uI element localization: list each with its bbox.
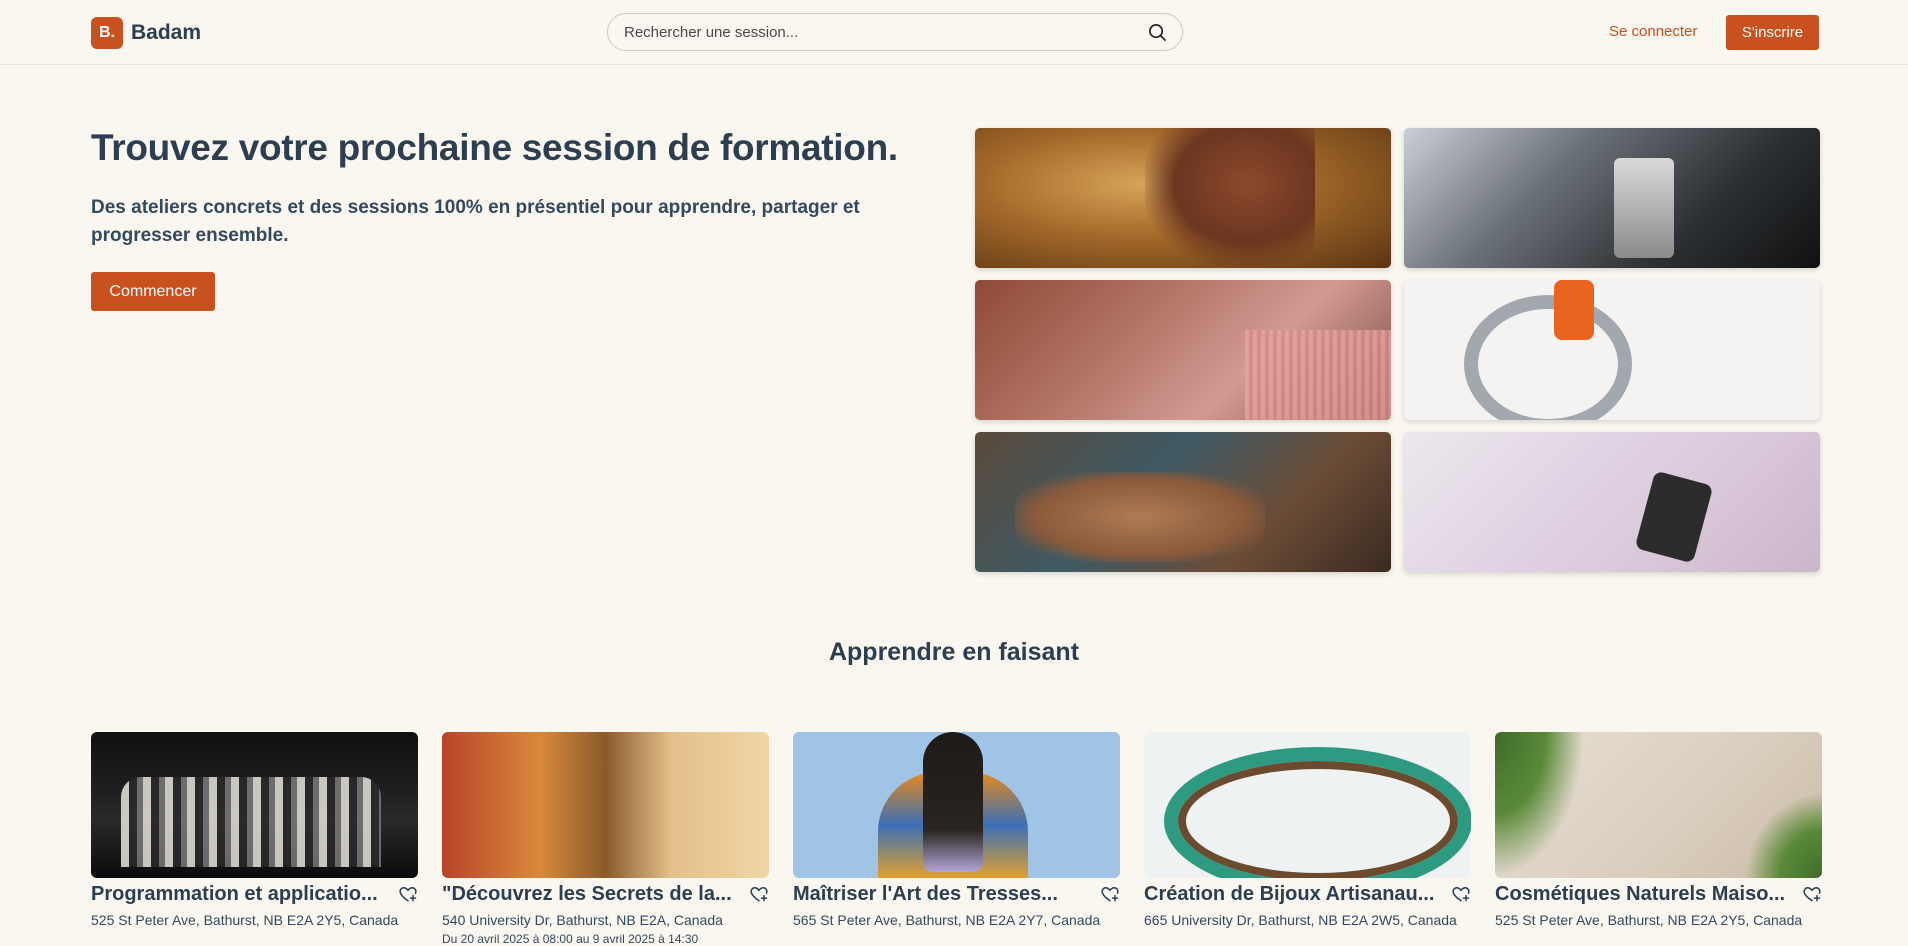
top-nav: B. Badam Se connecter S'inscrire [0,0,1908,65]
session-card[interactable]: Maîtriser l'Art des Tresses... 565 St Pe… [793,732,1120,946]
session-address: 525 St Peter Ave, Bathurst, NB E2A 2Y5, … [91,912,399,928]
session-address: 525 St Peter Ave, Bathurst, NB E2A 2Y5, … [1495,912,1803,928]
session-title[interactable]: Maîtriser l'Art des Tresses... [793,883,1094,906]
gallery-image-engine [1404,128,1820,268]
hero-subtitle: Des ateliers concrets et des sessions 10… [91,197,860,246]
session-card[interactable]: Création de Bijoux Artisanau... 665 Univ… [1144,732,1471,946]
session-image[interactable] [442,732,769,878]
heart-add-icon[interactable] [749,884,769,904]
gallery-image-sewing [1404,280,1820,420]
session-image[interactable] [1495,732,1822,878]
hero-gallery [975,128,1820,572]
heart-add-icon[interactable] [398,884,418,904]
session-cards: Programmation et applicatio... 525 St Pe… [91,732,1822,946]
gallery-image-fabric [1404,432,1820,572]
search-input[interactable] [624,14,1124,50]
heart-add-icon[interactable] [1451,884,1471,904]
session-image[interactable] [1144,732,1471,878]
session-card[interactable]: "Découvrez les Secrets de la... 540 Univ… [442,732,769,946]
search-icon[interactable] [1148,23,1167,42]
session-image[interactable] [793,732,1120,878]
session-title[interactable]: "Découvrez les Secrets de la... [442,883,743,906]
session-title[interactable]: Création de Bijoux Artisanau... [1144,883,1445,906]
search-bar [607,13,1183,51]
gallery-image-knitting [975,280,1391,420]
logo[interactable]: B. Badam [91,17,201,49]
gallery-image-pottery [975,128,1391,268]
session-address: 665 University Dr, Bathurst, NB E2A 2W5,… [1144,912,1457,928]
start-button[interactable]: Commencer [91,272,215,311]
signup-button[interactable]: S'inscrire [1726,15,1819,50]
session-title[interactable]: Cosmétiques Naturels Maiso... [1495,883,1796,906]
session-address: 565 St Peter Ave, Bathurst, NB E2A 2Y7, … [793,912,1101,928]
hero-title: Trouvez votre prochaine session de forma… [91,127,898,168]
login-link[interactable]: Se connecter [1609,23,1697,40]
session-date: Du 20 avril 2025 à 08:00 au 9 avril 2025… [442,932,699,946]
logo-badge: B. [91,17,123,49]
gallery-image-beading [975,432,1391,572]
section-title: Apprendre en faisant [828,638,1080,666]
heart-add-icon[interactable] [1100,884,1120,904]
session-address: 540 University Dr, Bathurst, NB E2A, Can… [442,912,723,928]
session-image[interactable] [91,732,418,878]
logo-text: Badam [131,21,202,44]
session-title[interactable]: Programmation et applicatio... [91,883,392,906]
heart-add-icon[interactable] [1802,884,1822,904]
session-card[interactable]: Cosmétiques Naturels Maiso... 525 St Pet… [1495,732,1822,946]
session-card[interactable]: Programmation et applicatio... 525 St Pe… [91,732,418,946]
